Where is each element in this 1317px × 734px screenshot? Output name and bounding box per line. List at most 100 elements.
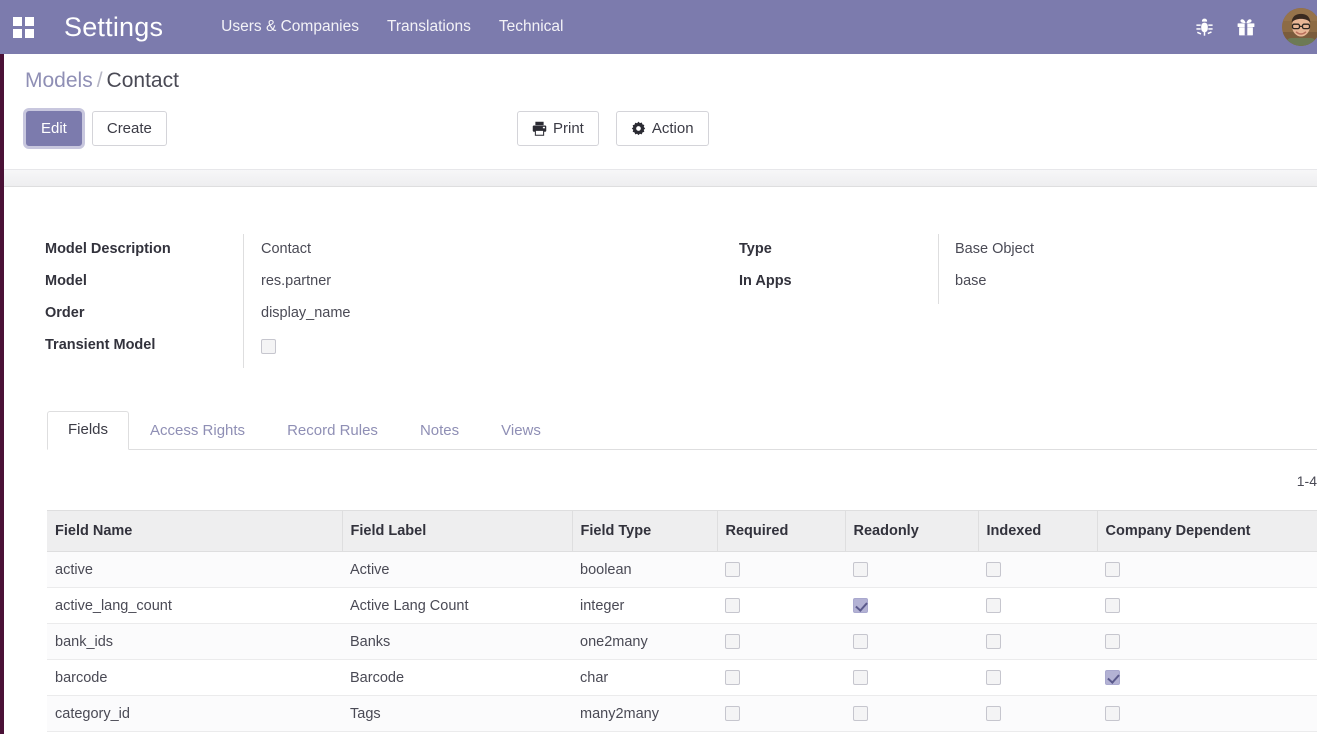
readonly-checkbox[interactable] <box>853 634 868 650</box>
cell-company-dependent <box>1097 659 1317 696</box>
cell-readonly <box>845 587 978 624</box>
indexed-checkbox[interactable] <box>986 706 1001 722</box>
table-row[interactable]: active Active boolean <box>47 551 1317 588</box>
readonly-checkbox[interactable] <box>853 562 868 578</box>
required-checkbox[interactable] <box>725 562 740 578</box>
edit-button[interactable]: Edit <box>26 111 82 146</box>
avatar <box>1282 8 1317 46</box>
control-panel: Models / Contact Edit Create Print Actio… <box>4 54 1317 170</box>
column-header-field-name[interactable]: Field Name <box>47 510 343 552</box>
cell-field-name: active <box>47 551 342 588</box>
cell-field-name: category_id <box>47 695 342 732</box>
column-header-readonly[interactable]: Readonly <box>845 510 979 552</box>
cell-field-name: bank_ids <box>47 623 342 660</box>
table-row[interactable]: category_id Tags many2many <box>47 695 1317 732</box>
bug-icon[interactable] <box>1183 0 1225 54</box>
printer-icon <box>532 121 547 136</box>
user-menu-button[interactable] <box>1278 0 1317 54</box>
company-dependent-checkbox[interactable] <box>1105 670 1120 686</box>
column-header-field-type[interactable]: Field Type <box>572 510 718 552</box>
company-dependent-checkbox[interactable] <box>1105 562 1120 578</box>
required-checkbox[interactable] <box>725 670 740 686</box>
notebook-tabs: Fields Access Rights Record Rules Notes … <box>47 410 1317 450</box>
table-body: active Active boolean active_lang_count … <box>47 551 1317 732</box>
cell-indexed <box>978 587 1097 624</box>
fields-table: Field Name Field Label Field Type Requir… <box>47 510 1317 732</box>
field-value: display_name <box>261 305 351 321</box>
cell-indexed <box>978 551 1097 588</box>
field-value: Contact <box>261 241 311 257</box>
fields-list: Field Name Field Label Field Type Requir… <box>47 510 1317 732</box>
cell-required <box>717 587 845 624</box>
cell-field-type: char <box>572 659 717 696</box>
form-fields: Model Description Contact Model res.part… <box>45 240 1285 368</box>
nav-item-users-companies[interactable]: Users & Companies <box>207 12 373 42</box>
field-label: Transient Model <box>45 337 156 353</box>
form-column-left: Model Description Contact Model res.part… <box>45 240 739 368</box>
print-button[interactable]: Print <box>517 111 599 146</box>
company-dependent-checkbox[interactable] <box>1105 598 1120 614</box>
cell-field-label: Tags <box>342 695 572 732</box>
readonly-checkbox[interactable] <box>853 670 868 686</box>
print-button-label: Print <box>553 120 584 137</box>
readonly-checkbox[interactable] <box>853 706 868 722</box>
notebook: Fields Access Rights Record Rules Notes … <box>47 410 1317 450</box>
indexed-checkbox[interactable] <box>986 670 1001 686</box>
cell-readonly <box>845 695 978 732</box>
required-checkbox[interactable] <box>725 634 740 650</box>
gift-icon[interactable] <box>1225 0 1267 54</box>
cell-field-label: Active <box>342 551 572 588</box>
indexed-checkbox[interactable] <box>986 562 1001 578</box>
column-header-company-dependent[interactable]: Company Dependent <box>1097 510 1317 552</box>
pager[interactable]: 1-4 <box>1297 473 1317 489</box>
company-dependent-checkbox[interactable] <box>1105 706 1120 722</box>
create-button[interactable]: Create <box>91 111 167 146</box>
cell-readonly <box>845 623 978 660</box>
field-value: base <box>955 273 987 289</box>
breadcrumb: Models / Contact <box>25 70 179 91</box>
apps-menu-button[interactable] <box>0 0 46 54</box>
column-header-field-label[interactable]: Field Label <box>342 510 573 552</box>
nav-item-technical[interactable]: Technical <box>485 12 578 42</box>
tab-fields[interactable]: Fields <box>47 411 130 450</box>
required-checkbox[interactable] <box>725 706 740 722</box>
tab-record-rules[interactable]: Record Rules <box>266 412 399 450</box>
breadcrumb-item-models[interactable]: Models <box>25 69 93 92</box>
cell-readonly <box>845 659 978 696</box>
indexed-checkbox[interactable] <box>986 598 1001 614</box>
table-row[interactable]: active_lang_count Active Lang Count inte… <box>47 587 1317 624</box>
cell-field-type: many2many <box>572 695 717 732</box>
cell-field-label: Banks <box>342 623 572 660</box>
table-row[interactable]: barcode Barcode char <box>47 659 1317 696</box>
tab-access-rights[interactable]: Access Rights <box>129 412 266 450</box>
top-navbar: Settings Users & Companies Translations … <box>0 0 1317 54</box>
cell-required <box>717 623 845 660</box>
breadcrumb-separator: / <box>96 69 103 92</box>
navbar-menu: Users & Companies Translations Technical <box>207 12 577 42</box>
field-label: Type <box>739 241 772 257</box>
field-in-apps: In Apps base <box>739 272 1279 304</box>
cell-required <box>717 551 845 588</box>
company-dependent-checkbox[interactable] <box>1105 634 1120 650</box>
column-header-required[interactable]: Required <box>717 510 846 552</box>
cell-field-name: active_lang_count <box>47 587 342 624</box>
table-header-row: Field Name Field Label Field Type Requir… <box>47 510 1317 552</box>
tab-notes[interactable]: Notes <box>399 412 480 450</box>
transient-model-checkbox[interactable] <box>261 339 276 354</box>
field-label: In Apps <box>739 273 792 289</box>
table-row[interactable]: bank_ids Banks one2many <box>47 623 1317 660</box>
field-model-description: Model Description Contact <box>45 240 739 272</box>
column-header-indexed[interactable]: Indexed <box>978 510 1098 552</box>
action-button[interactable]: Action <box>615 111 709 146</box>
tab-views[interactable]: Views <box>480 412 562 450</box>
nav-item-translations[interactable]: Translations <box>373 12 485 42</box>
cell-required <box>717 659 845 696</box>
required-checkbox[interactable] <box>725 598 740 614</box>
readonly-checkbox[interactable] <box>853 598 868 614</box>
cell-company-dependent <box>1097 587 1317 624</box>
field-transient-model: Transient Model <box>45 336 739 368</box>
cell-field-type: boolean <box>572 551 717 588</box>
indexed-checkbox[interactable] <box>986 634 1001 650</box>
field-label: Model <box>45 273 87 289</box>
cell-company-dependent <box>1097 695 1317 732</box>
